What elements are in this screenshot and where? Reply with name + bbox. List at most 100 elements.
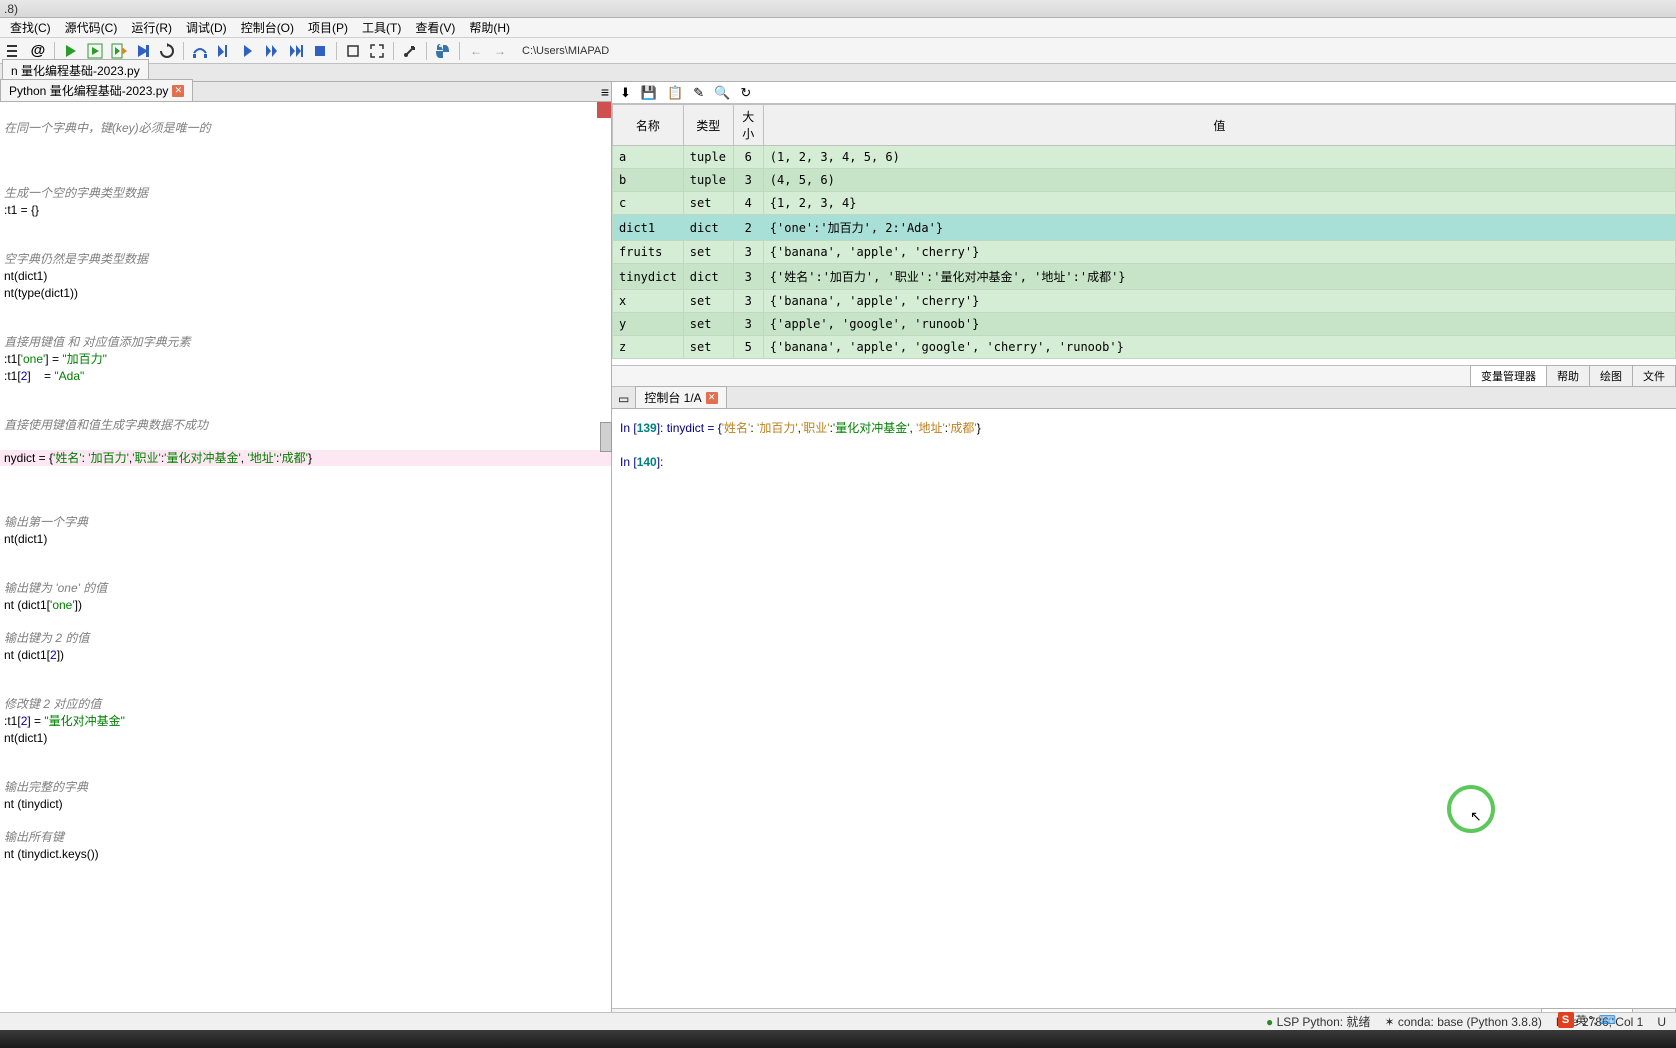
variable-cell: y	[613, 313, 684, 336]
forward-icon[interactable]: →	[490, 41, 510, 61]
working-dir-path: C:\Users\MIAPAD	[522, 45, 609, 57]
code-editor[interactable]: 在同一个字典中，键(key)必须是唯一的 生成一个空的字典类型数据 :t1 = …	[0, 102, 611, 1012]
code-line: nt(dict1)	[4, 532, 47, 546]
header-type[interactable]: 类型	[683, 105, 733, 146]
variable-row[interactable]: btuple3(4, 5, 6)	[613, 169, 1676, 192]
code-line: :t1 = {}	[4, 203, 39, 217]
open-file-tab[interactable]: n 量化编程基础-2023.py	[2, 59, 149, 81]
variable-row[interactable]: xset3{'banana', 'apple', 'cherry'}	[613, 290, 1676, 313]
stop-icon[interactable]	[310, 41, 330, 61]
menu-console[interactable]: 控制台(O)	[235, 17, 300, 38]
variable-row[interactable]: zset5{'banana', 'apple', 'google', 'cher…	[613, 336, 1676, 359]
step-into-icon[interactable]	[214, 41, 234, 61]
edit-icon[interactable]: ✎	[693, 85, 704, 101]
header-value[interactable]: 值	[763, 105, 1675, 146]
variable-cell: set	[683, 241, 733, 264]
menu-bar: 查找(C) 源代码(C) 运行(R) 调试(D) 控制台(O) 项目(P) 工具…	[0, 18, 1676, 38]
variable-row[interactable]: atuple6(1, 2, 3, 4, 5, 6)	[613, 146, 1676, 169]
menu-help[interactable]: 帮助(H)	[463, 17, 516, 38]
menu-view[interactable]: 查看(V)	[409, 17, 461, 38]
tab-help[interactable]: 帮助	[1546, 365, 1590, 387]
os-taskbar[interactable]	[0, 1030, 1676, 1048]
variable-cell: 5	[733, 336, 763, 359]
editor-pane: Python 量化编程基础-2023.py ✕ ≡ 在同一个字典中，键(key)…	[0, 82, 612, 1028]
save-as-icon[interactable]: 📋	[667, 85, 683, 101]
variable-cell: (1, 2, 3, 4, 5, 6)	[763, 146, 1675, 169]
variable-cell: 3	[733, 313, 763, 336]
variable-cell: set	[683, 336, 733, 359]
ime-logo-icon: S	[1558, 1012, 1574, 1028]
debug-icon[interactable]	[133, 41, 153, 61]
code-line: nt (tinydict.keys())	[4, 847, 99, 861]
save-icon[interactable]: 💾	[641, 85, 657, 101]
variable-row[interactable]: yset3{'apple', 'google', 'runoob'}	[613, 313, 1676, 336]
ime-punct-icon[interactable]: °,	[1589, 1013, 1597, 1027]
tab-label: n 量化编程基础-2023.py	[11, 62, 140, 79]
variable-cell: b	[613, 169, 684, 192]
ime-keyboard-icon[interactable]: ⌨	[1599, 1013, 1616, 1027]
header-size[interactable]: 大小	[733, 105, 763, 146]
variable-cell: dict	[683, 264, 733, 290]
menu-run[interactable]: 运行(R)	[125, 17, 178, 38]
code-comment: 输出第一个字典	[4, 515, 88, 529]
variable-row[interactable]: cset4{1, 2, 3, 4}	[613, 192, 1676, 215]
menu-find[interactable]: 查找(C)	[4, 17, 57, 38]
ipython-console[interactable]: In [139]: tinydict = {'姓名': '加百力','职业':'…	[612, 409, 1676, 1008]
console-tab-label: 控制台 1/A	[644, 389, 701, 406]
variable-cell: dict1	[613, 215, 684, 241]
variable-cell: 3	[733, 290, 763, 313]
close-icon[interactable]: ✕	[172, 85, 184, 97]
status-bar: ● LSP Python: 就绪 ✶ conda: base (Python 3…	[0, 1012, 1676, 1030]
code-line: nt(dict1)	[4, 269, 47, 283]
editor-file-tab[interactable]: Python 量化编程基础-2023.py ✕	[0, 79, 193, 101]
header-name[interactable]: 名称	[613, 105, 684, 146]
window-title: .8)	[4, 2, 18, 16]
splitter-handle[interactable]	[600, 422, 612, 452]
variable-cell: {'banana', 'apple', 'cherry'}	[763, 241, 1675, 264]
close-icon[interactable]: ✕	[706, 392, 718, 404]
back-icon[interactable]: ←	[466, 41, 486, 61]
search-icon[interactable]: 🔍	[714, 85, 730, 101]
variable-row[interactable]: tinydictdict3{'姓名':'加百力', '职业':'量化对冲基金',…	[613, 264, 1676, 290]
variable-cell: 3	[733, 241, 763, 264]
code-line: nt (dict1[2])	[4, 648, 64, 662]
menu-source[interactable]: 源代码(C)	[59, 17, 124, 38]
tab-plots[interactable]: 绘图	[1589, 365, 1633, 387]
run-cell-icon[interactable]	[85, 41, 105, 61]
python-icon[interactable]	[433, 41, 453, 61]
fullscreen-icon[interactable]	[367, 41, 387, 61]
ime-lang: 英	[1576, 1012, 1587, 1028]
console-line: In [139]: tinydict = {'姓名': '加百力','职业':'…	[620, 417, 1668, 439]
settings-icon[interactable]	[400, 41, 420, 61]
restart-icon[interactable]	[157, 41, 177, 61]
variable-cell: x	[613, 290, 684, 313]
variable-cell: {'姓名':'加百力', '职业':'量化对冲基金', '地址':'成都'}	[763, 264, 1675, 290]
continue-icon[interactable]	[286, 41, 306, 61]
variable-row[interactable]: dict1dict2{'one':'加百力', 2:'Ada'}	[613, 215, 1676, 241]
import-icon[interactable]: ⬇	[620, 85, 631, 101]
tab-variable-explorer[interactable]: 变量管理器	[1470, 365, 1547, 387]
menu-project[interactable]: 项目(P)	[302, 17, 354, 38]
menu-tools[interactable]: 工具(T)	[356, 17, 407, 38]
variable-row[interactable]: fruitsset3{'banana', 'apple', 'cherry'}	[613, 241, 1676, 264]
outline-icon[interactable]	[4, 41, 24, 61]
tab-files[interactable]: 文件	[1632, 365, 1676, 387]
at-icon[interactable]: @	[28, 41, 48, 61]
menu-debug[interactable]: 调试(D)	[180, 17, 233, 38]
right-panel-tabs: 变量管理器 帮助 绘图 文件	[612, 365, 1676, 387]
status-encoding[interactable]: U	[1657, 1015, 1666, 1029]
hamburger-icon[interactable]: ≡	[601, 84, 609, 100]
ime-indicator[interactable]: S 英 °, ⌨	[1558, 1012, 1616, 1028]
run-cell-advance-icon[interactable]	[109, 41, 129, 61]
step-out-icon[interactable]	[262, 41, 282, 61]
console-tab[interactable]: 控制台 1/A ✕	[635, 386, 726, 408]
run-icon[interactable]	[61, 41, 81, 61]
refresh-icon[interactable]: ↻	[740, 85, 751, 101]
status-conda[interactable]: ✶ conda: base (Python 3.8.8)	[1384, 1015, 1541, 1029]
variable-cell: {'one':'加百力', 2:'Ada'}	[763, 215, 1675, 241]
maximize-icon[interactable]	[343, 41, 363, 61]
step-over-icon[interactable]	[190, 41, 210, 61]
console-window-icon[interactable]: ▭	[618, 392, 629, 406]
status-lsp[interactable]: ● LSP Python: 就绪	[1266, 1013, 1370, 1030]
step-in-icon[interactable]	[238, 41, 258, 61]
